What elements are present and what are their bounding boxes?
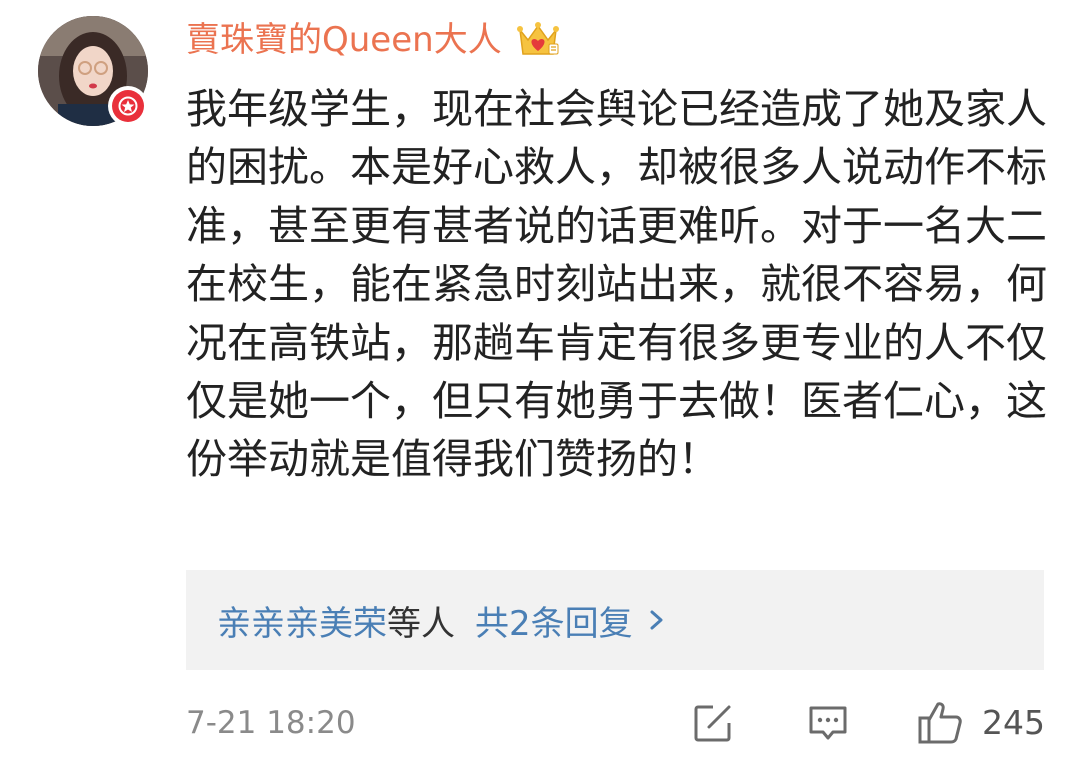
- author-name[interactable]: 賣珠寶的Queen大人: [186, 16, 502, 64]
- like-count: 245: [982, 703, 1045, 742]
- thumbs-up-icon[interactable]: [916, 698, 964, 746]
- edit-icon[interactable]: [691, 701, 735, 745]
- comment-icon[interactable]: [806, 701, 850, 745]
- comment-text: 我年级学生，现在社会舆论已经造成了她及家人的困扰。本是好心救人，却被很多人说动作…: [186, 85, 1047, 484]
- author-row: 賣珠寶的Queen大人: [186, 16, 560, 64]
- timestamp: 7-21 18:20: [186, 705, 356, 741]
- chevron-right-icon: [647, 603, 669, 637]
- red-star-verified-icon: [112, 90, 144, 122]
- reply-user-names[interactable]: 亲亲亲美荣: [217, 596, 387, 645]
- crown-heart-icon[interactable]: [516, 20, 560, 60]
- reply-count[interactable]: 共2条回复: [475, 596, 633, 645]
- reply-mid-text: 等人: [387, 603, 455, 644]
- replies-link[interactable]: 亲亲亲美荣 等人 共2条回复: [186, 570, 1044, 670]
- comment-footer: 7-21 18:20 245: [186, 698, 1045, 748]
- verified-badge: [108, 86, 148, 126]
